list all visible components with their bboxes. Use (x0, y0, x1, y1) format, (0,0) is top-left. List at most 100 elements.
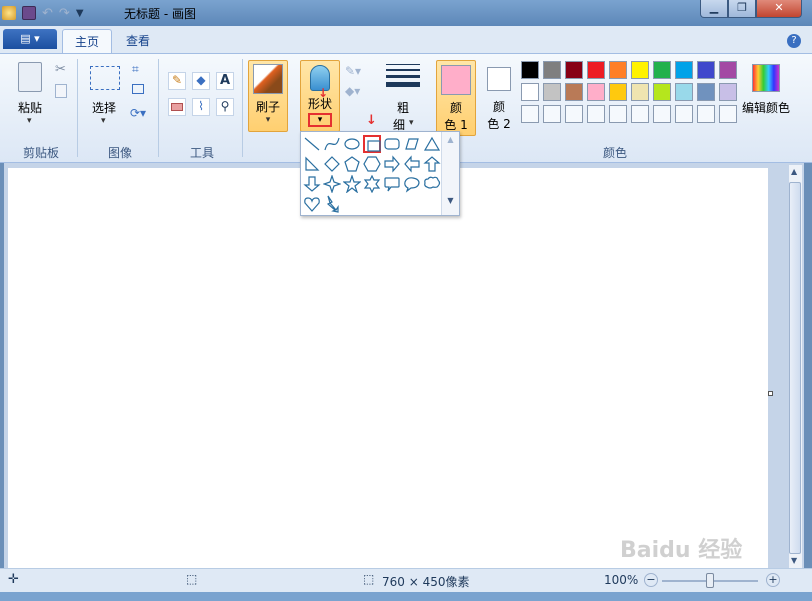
resize-icon[interactable] (132, 84, 144, 94)
cut-icon[interactable]: ✂ (55, 62, 66, 77)
heart-shape[interactable] (303, 195, 321, 213)
palette-color-swatch[interactable] (697, 61, 715, 79)
custom-color-slot[interactable] (543, 105, 561, 123)
left-arrow-shape[interactable] (403, 155, 421, 173)
palette-color-swatch[interactable] (609, 61, 627, 79)
fill-shape-icon[interactable]: ◆▾ (345, 84, 360, 98)
palette-color-swatch[interactable] (609, 83, 627, 101)
palette-color-swatch[interactable] (521, 61, 539, 79)
five-point-star-shape[interactable] (342, 174, 362, 194)
custom-color-slot[interactable] (719, 105, 737, 123)
palette-color-swatch[interactable] (543, 61, 561, 79)
palette-color-swatch[interactable] (587, 61, 605, 79)
text-icon[interactable]: A (216, 72, 234, 90)
canvas-resize-handle[interactable] (768, 391, 773, 396)
right-arrow-shape[interactable] (383, 155, 401, 173)
edit-colors-button[interactable]: 编辑颜色 (740, 99, 792, 116)
paint-app-icon[interactable] (2, 6, 16, 20)
copy-icon[interactable] (55, 84, 67, 98)
right-triangle-shape[interactable] (303, 155, 321, 173)
select-dropdown-icon[interactable]: ▾ (101, 116, 106, 126)
six-point-star-shape[interactable] (363, 174, 381, 194)
palette-color-swatch[interactable] (631, 61, 649, 79)
rotate-icon[interactable]: ⟳▾ (130, 106, 146, 120)
hexagon-shape[interactable] (363, 155, 381, 173)
custom-color-slot[interactable] (521, 105, 539, 123)
custom-color-slot[interactable] (653, 105, 671, 123)
redo-icon[interactable]: ↷ (59, 6, 70, 21)
palette-color-swatch[interactable] (653, 83, 671, 101)
size-dropdown-icon[interactable]: ▾ (409, 118, 414, 128)
shapes-dropdown-arrow[interactable]: ▾ (308, 113, 332, 127)
close-button[interactable]: ✕ (756, 0, 802, 18)
magnifier-icon[interactable]: ⚲ (216, 98, 234, 116)
custom-color-slot[interactable] (697, 105, 715, 123)
pencil-icon[interactable]: ✎ (168, 72, 186, 90)
oval-callout-shape[interactable] (403, 175, 421, 193)
palette-color-swatch[interactable] (675, 61, 693, 79)
lightning-shape[interactable] (323, 195, 341, 213)
custom-color-slot[interactable] (609, 105, 627, 123)
rectangle-shape[interactable] (363, 135, 381, 153)
palette-color-swatch[interactable] (521, 83, 539, 101)
select-button[interactable]: 选择 (88, 99, 120, 116)
paste-dropdown-icon[interactable]: ▾ (27, 116, 32, 126)
eraser-icon[interactable] (168, 98, 186, 116)
rounded-rectangle-shape[interactable] (383, 135, 401, 153)
minimize-button[interactable]: ▁ (700, 0, 728, 18)
scroll-down-icon[interactable]: ▼ (791, 556, 797, 565)
drawing-canvas[interactable] (8, 168, 768, 568)
curve-shape[interactable] (323, 135, 341, 153)
paste-button[interactable]: 粘贴 (14, 99, 46, 116)
diamond-shape[interactable] (323, 155, 341, 173)
pentagon-shape[interactable] (343, 155, 361, 173)
rounded-callout-shape[interactable] (383, 175, 401, 193)
zoom-slider-thumb[interactable] (706, 573, 714, 588)
palette-color-swatch[interactable] (719, 61, 737, 79)
tab-home[interactable]: 主页 (62, 29, 113, 53)
size-icon[interactable] (386, 64, 420, 87)
palette-color-swatch[interactable] (587, 83, 605, 101)
palette-color-swatch[interactable] (565, 83, 583, 101)
undo-icon[interactable]: ↶ (42, 6, 53, 21)
vertical-scroll-thumb[interactable] (789, 182, 801, 554)
scroll-up-icon[interactable]: ▲ (791, 167, 797, 176)
crop-icon[interactable]: ⌗ (132, 62, 139, 77)
clipboard-icon[interactable] (18, 62, 42, 92)
palette-color-swatch[interactable] (565, 61, 583, 79)
gallery-scrollbar[interactable]: ▲ ▼ (441, 132, 459, 215)
palette-color-swatch[interactable] (631, 83, 649, 101)
color2-button[interactable]: 颜 色 2 (482, 60, 516, 136)
custom-color-slot[interactable] (565, 105, 583, 123)
oval-shape[interactable] (343, 135, 361, 153)
brushes-button[interactable]: 刷子 ▾ (248, 60, 288, 132)
color-picker-icon[interactable]: ⌇ (192, 98, 210, 116)
outline-icon[interactable]: ✎▾ (345, 64, 361, 78)
tab-view[interactable]: 查看 (114, 29, 162, 53)
zoom-in-icon[interactable]: + (766, 573, 780, 587)
four-point-star-shape[interactable] (322, 174, 342, 194)
line-shape[interactable] (303, 135, 321, 153)
color1-button[interactable]: 颜 色 1 (436, 60, 476, 136)
fill-icon[interactable]: ◆ (192, 72, 210, 90)
palette-color-swatch[interactable] (543, 83, 561, 101)
edit-colors-icon[interactable] (752, 64, 780, 92)
zoom-out-icon[interactable]: − (644, 573, 658, 587)
help-icon[interactable]: ? (787, 34, 801, 48)
palette-color-swatch[interactable] (653, 61, 671, 79)
polygon-shape[interactable] (403, 135, 421, 153)
palette-color-swatch[interactable] (697, 83, 715, 101)
palette-color-swatch[interactable] (675, 83, 693, 101)
select-icon[interactable] (90, 66, 120, 90)
triangle-shape[interactable] (423, 135, 441, 153)
maximize-button[interactable]: ❐ (728, 0, 756, 18)
customize-qat-icon[interactable]: ▼ (76, 8, 84, 19)
file-menu-button[interactable]: ▤ ▾ (3, 29, 57, 49)
custom-color-slot[interactable] (587, 105, 605, 123)
custom-color-slot[interactable] (631, 105, 649, 123)
custom-color-slot[interactable] (675, 105, 693, 123)
gallery-scroll-up-icon[interactable]: ▲ (442, 135, 459, 144)
up-arrow-shape[interactable] (423, 155, 441, 173)
palette-color-swatch[interactable] (719, 83, 737, 101)
down-arrow-shape[interactable] (303, 175, 321, 193)
